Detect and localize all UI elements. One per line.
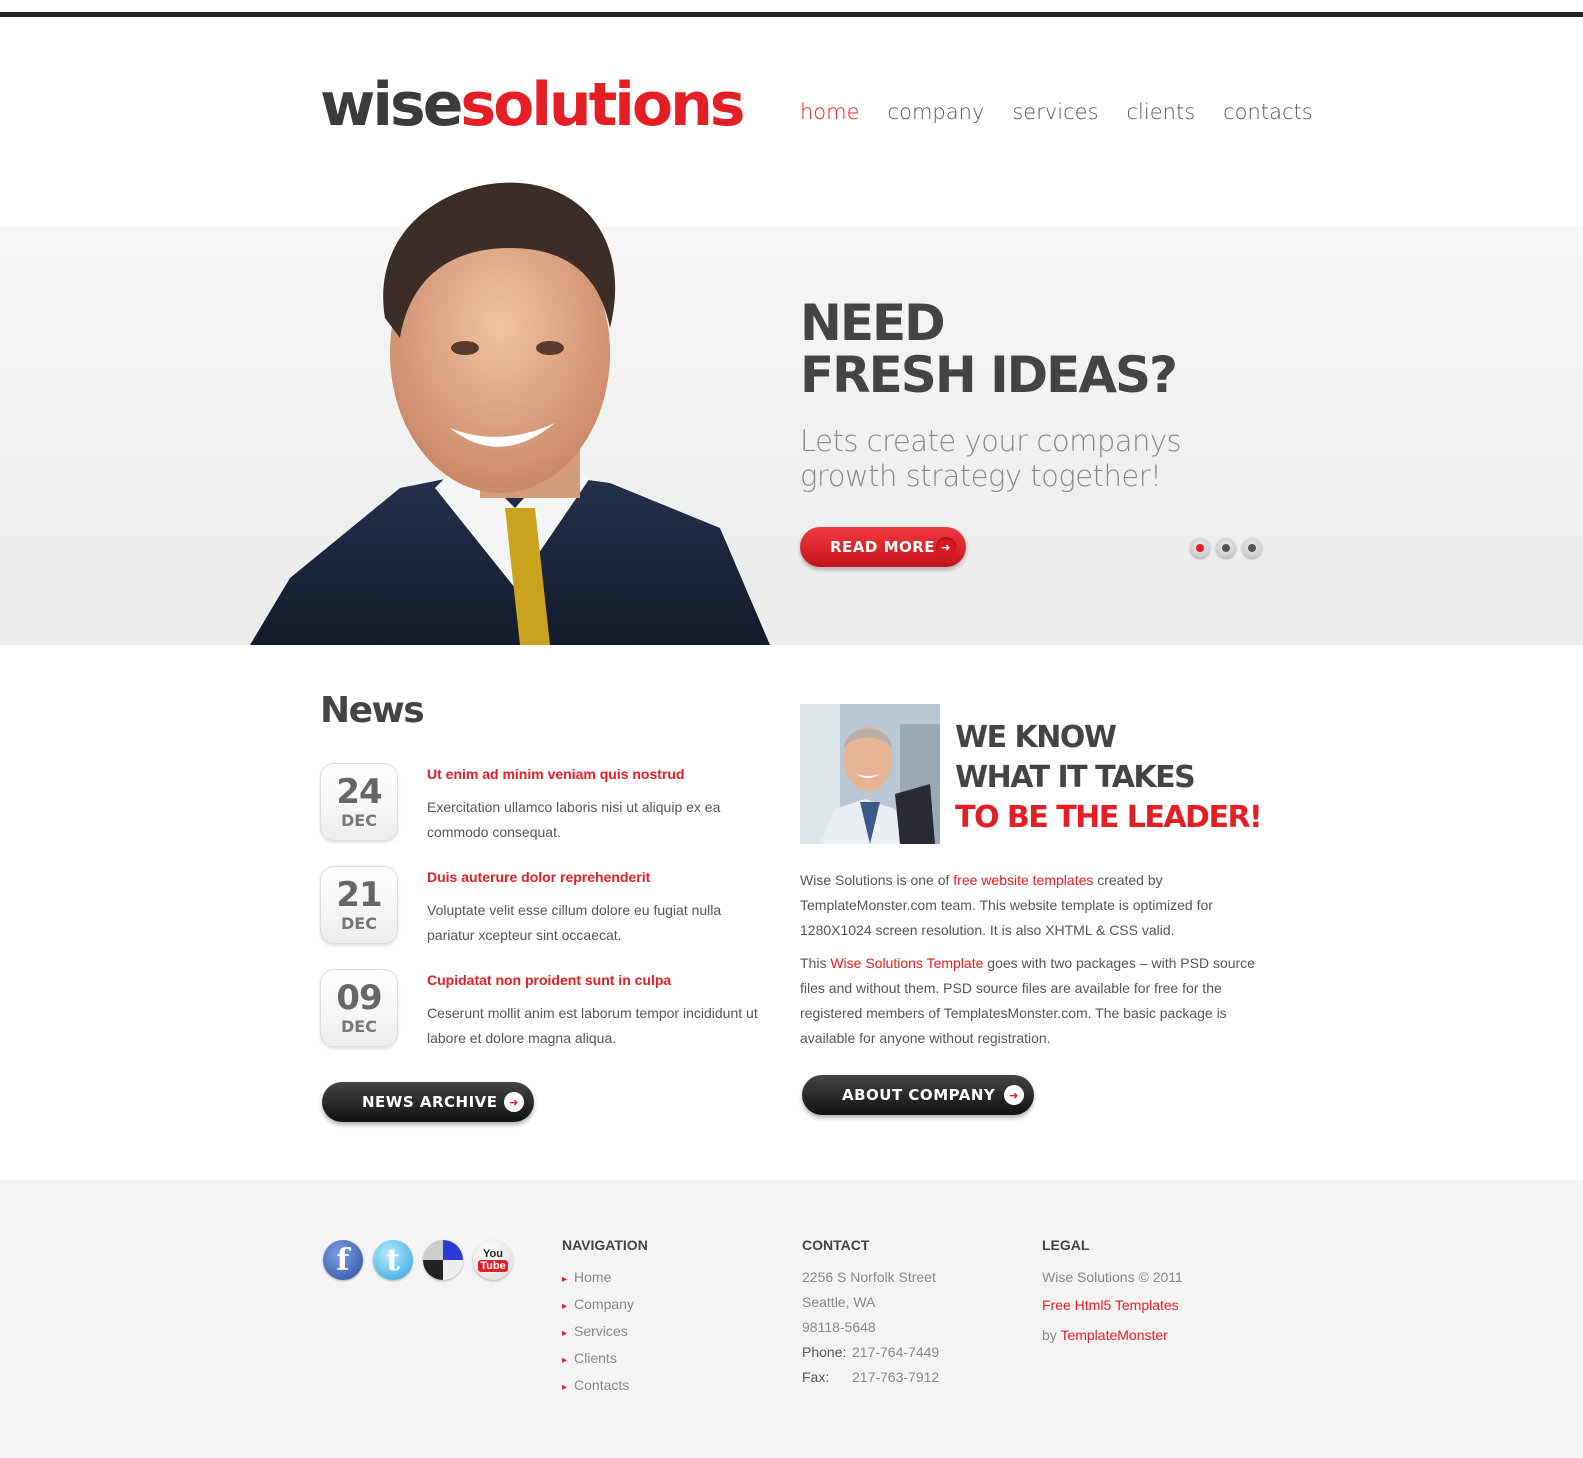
hero-businessman-image — [250, 168, 770, 645]
date-day: 21 — [336, 875, 382, 915]
about-businessman-image — [800, 704, 940, 844]
hero-subtitle: Lets create your companys growth strateg… — [800, 424, 1182, 493]
footer-navigation-heading: NAVIGATION — [562, 1237, 648, 1253]
news-item: 24 DEC Ut enim ad minim veniam quis nost… — [320, 763, 770, 853]
footer-nav-clients[interactable]: Clients — [562, 1346, 648, 1373]
footer-nav-company[interactable]: Company — [562, 1292, 648, 1319]
read-more-button[interactable]: READ MORE ➜ — [800, 527, 966, 567]
delicious-icon[interactable] — [423, 1240, 463, 1280]
date-badge: 09 DEC — [320, 969, 398, 1047]
contact-city: Seattle, WA — [802, 1294, 876, 1310]
about-paragraph-2: This Wise Solutions Template goes with t… — [800, 951, 1265, 1051]
footer-nav-contacts[interactable]: Contacts — [562, 1373, 648, 1400]
logo-wise: wise — [320, 70, 463, 140]
phone-number: 217-764-7449 — [852, 1344, 940, 1360]
footer-nav-home[interactable]: Home — [562, 1265, 648, 1292]
contact-phone: Phone: 217-764-7449 — [802, 1340, 939, 1365]
hero-title-line1: NEED — [800, 294, 946, 352]
news-text: Ceserunt mollit anim est laborum tempor … — [427, 1005, 758, 1046]
free-templates-link[interactable]: free website templates — [953, 872, 1093, 888]
nav-item-clients[interactable]: clients — [1127, 100, 1196, 124]
hero-banner — [0, 227, 1583, 645]
legal-copyright: Wise Solutions © 2011 — [1042, 1269, 1183, 1285]
footer-legal: LEGAL Wise Solutions © 2011 Free Html5 T… — [1042, 1237, 1183, 1350]
date-month: DEC — [341, 1017, 377, 1036]
fax-label: Fax: — [802, 1369, 830, 1385]
social-links: f t You Tube — [323, 1240, 513, 1280]
main-nav: home company services clients contacts — [800, 100, 1313, 124]
youtube-you: You — [483, 1248, 503, 1260]
nav-item-company[interactable]: company — [888, 100, 985, 124]
site-footer — [0, 1180, 1583, 1458]
youtube-tube: Tube — [478, 1260, 508, 1272]
read-more-label: READ MORE — [830, 538, 936, 556]
news-heading: News — [320, 690, 425, 731]
footer-legal-heading: LEGAL — [1042, 1237, 1090, 1253]
site-header — [0, 17, 1583, 227]
nav-item-home[interactable]: home — [800, 100, 860, 124]
fax-number: 217-763-7912 — [852, 1369, 940, 1385]
slider-pagination — [1190, 538, 1262, 558]
slider-dot-2[interactable] — [1216, 538, 1236, 558]
nav-item-services[interactable]: services — [1012, 100, 1098, 124]
free-html5-templates-link[interactable]: Free Html5 Templates — [1042, 1290, 1183, 1320]
site-logo[interactable]: wisesolutions — [320, 70, 746, 140]
nav-item-contacts[interactable]: contacts — [1223, 100, 1313, 124]
arrow-right-icon: ➜ — [504, 1092, 524, 1112]
news-title-link[interactable]: Cupidatat non proident sunt in culpa — [427, 972, 671, 988]
footer-contact-heading: CONTACT — [802, 1237, 870, 1253]
arrow-right-icon: ➜ — [936, 537, 956, 557]
hero-title-line2: FRESH IDEAS? — [800, 346, 1178, 404]
facebook-glyph: f — [336, 1242, 350, 1278]
news-archive-label: NEWS ARCHIVE — [362, 1093, 498, 1111]
about-p1-text-a: Wise Solutions is one of — [800, 872, 954, 888]
about-company-button[interactable]: ABOUT COMPANY ➜ — [802, 1075, 1034, 1115]
legal-by-line: by TemplateMonster — [1042, 1320, 1183, 1350]
facebook-icon[interactable]: f — [323, 1240, 363, 1280]
contact-fax: Fax: 217-763-7912 — [802, 1365, 939, 1390]
news-title-link[interactable]: Ut enim ad minim veniam quis nostrud — [427, 766, 684, 782]
date-badge: 21 DEC — [320, 866, 398, 944]
arrow-right-icon: ➜ — [1004, 1085, 1024, 1105]
slider-dot-1[interactable] — [1190, 538, 1210, 558]
legal-by: by — [1042, 1327, 1061, 1343]
twitter-icon[interactable]: t — [373, 1240, 413, 1280]
date-badge: 24 DEC — [320, 763, 398, 841]
templatemonster-link[interactable]: TemplateMonster — [1060, 1327, 1167, 1343]
about-title-line1: WE KNOW — [955, 720, 1117, 755]
news-text: Voluptate velit esse cillum dolore eu fu… — [427, 902, 722, 943]
date-month: DEC — [341, 914, 377, 933]
youtube-icon[interactable]: You Tube — [473, 1240, 513, 1280]
logo-solutions: solutions — [460, 70, 745, 140]
date-day: 24 — [336, 772, 382, 812]
news-text: Exercitation ullamco laboris nisi ut ali… — [427, 799, 721, 840]
news-archive-button[interactable]: NEWS ARCHIVE ➜ — [322, 1082, 534, 1122]
footer-navigation: NAVIGATION Home Company Services Clients… — [562, 1237, 648, 1400]
about-paragraph-1: Wise Solutions is one of free website te… — [800, 868, 1265, 943]
hero-title: NEED FRESH IDEAS? — [800, 294, 1178, 404]
footer-contact: CONTACT 2256 S Norfolk Street Seattle, W… — [802, 1237, 939, 1390]
date-month: DEC — [341, 811, 377, 830]
about-title: WE KNOW WHAT IT TAKES TO BE THE LEADER! — [955, 718, 1263, 838]
news-item: 21 DEC Duis auterure dolor reprehenderit… — [320, 866, 770, 956]
about-title-line3: TO BE THE LEADER! — [955, 800, 1263, 835]
twitter-glyph: t — [386, 1242, 400, 1278]
about-title-line2: WHAT IT TAKES — [955, 760, 1196, 795]
about-company-label: ABOUT COMPANY — [842, 1086, 996, 1104]
news-title-link[interactable]: Duis auterure dolor reprehenderit — [427, 869, 650, 885]
date-day: 09 — [336, 978, 382, 1018]
contact-street: 2256 S Norfolk Street — [802, 1269, 936, 1285]
phone-label: Phone: — [802, 1344, 847, 1360]
wise-solutions-template-link[interactable]: Wise Solutions Template — [830, 955, 983, 971]
slider-dot-3[interactable] — [1242, 538, 1262, 558]
contact-zip: 98118-5648 — [802, 1319, 876, 1335]
footer-nav-services[interactable]: Services — [562, 1319, 648, 1346]
about-p2-text-a: This — [800, 955, 831, 971]
news-item: 09 DEC Cupidatat non proident sunt in cu… — [320, 969, 770, 1059]
